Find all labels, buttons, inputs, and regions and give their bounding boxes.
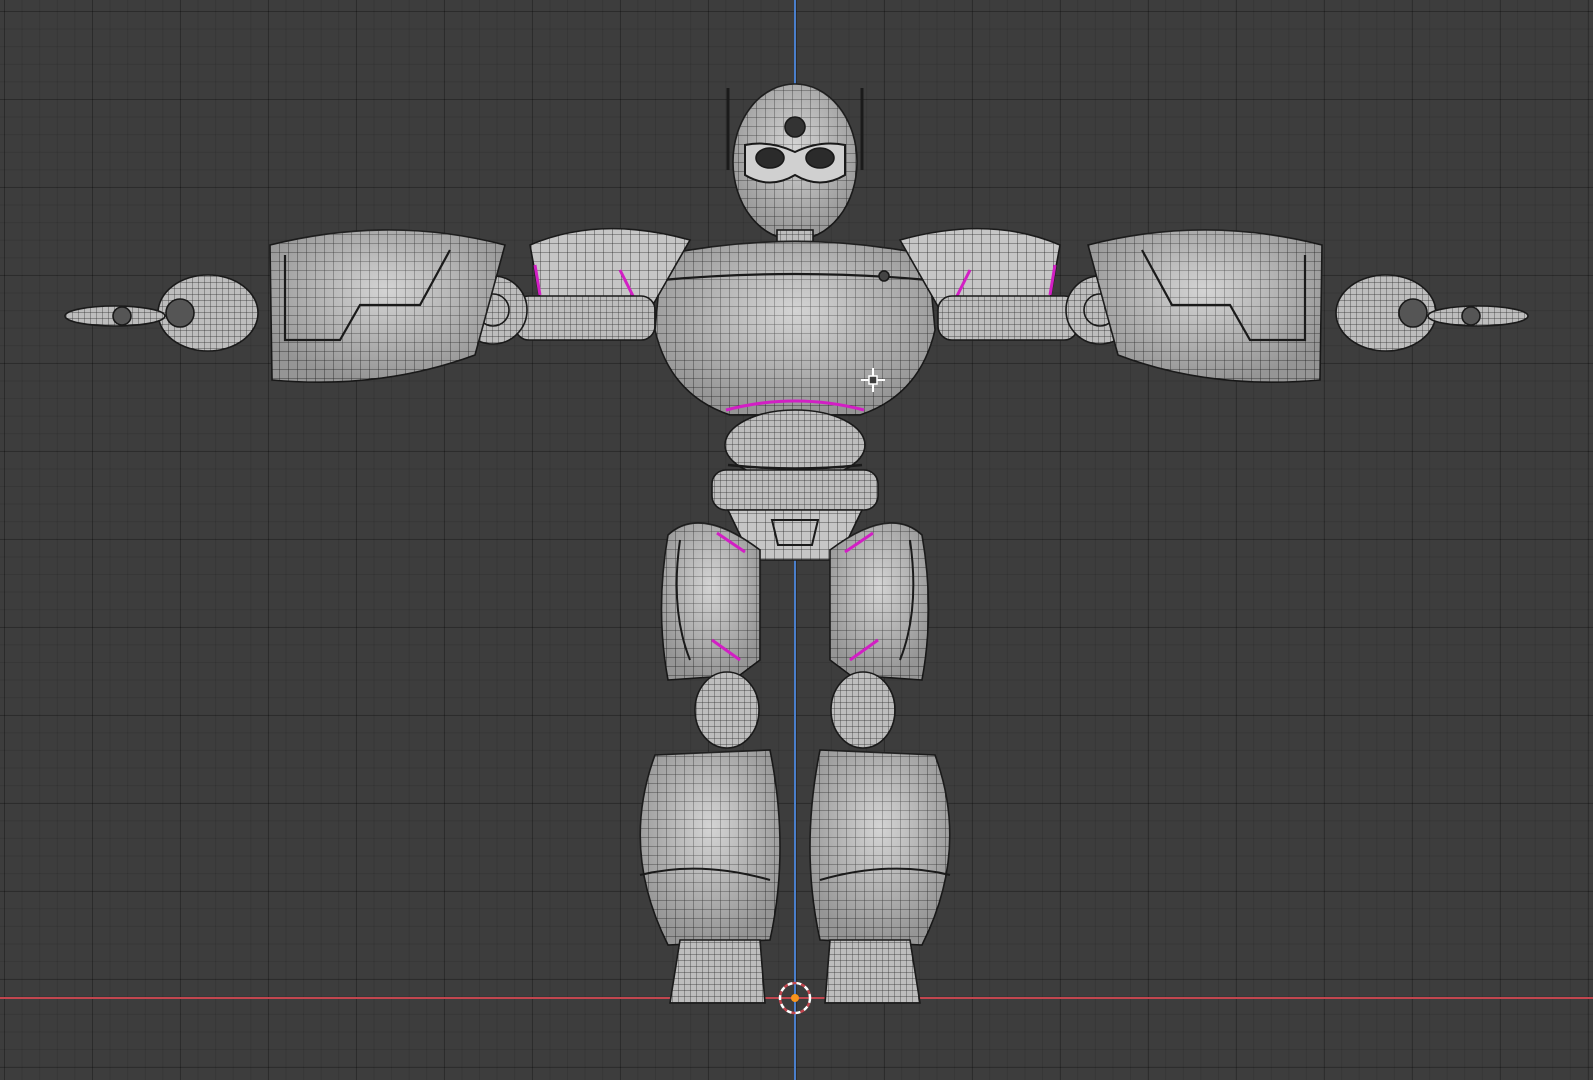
robot-thigh-left[interactable] [660,522,761,681]
3d-viewport[interactable] [0,0,1593,1080]
viewport-scene [64,83,1529,1015]
robot-forearm-left[interactable] [269,229,506,383]
robot-shin-left[interactable] [639,749,781,946]
robot-knee-left[interactable] [694,671,760,749]
robot-upper-arm-left[interactable] [514,295,656,341]
world-origin-icon [778,981,812,1015]
robot-foot-right[interactable] [824,939,921,1004]
robot-hand-left[interactable] [64,274,259,352]
robot-shin-right[interactable] [809,749,951,946]
robot-torso[interactable] [654,240,936,561]
robot-hand-right[interactable] [1335,274,1529,352]
robot-thigh-right[interactable] [829,522,930,681]
robot-upper-arm-right[interactable] [937,295,1079,341]
robot-knee-right[interactable] [830,671,896,749]
robot-head[interactable] [726,83,864,253]
robot-forearm-right[interactable] [1087,229,1323,383]
robot-mesh[interactable] [64,83,1529,1004]
robot-foot-left[interactable] [669,939,766,1004]
